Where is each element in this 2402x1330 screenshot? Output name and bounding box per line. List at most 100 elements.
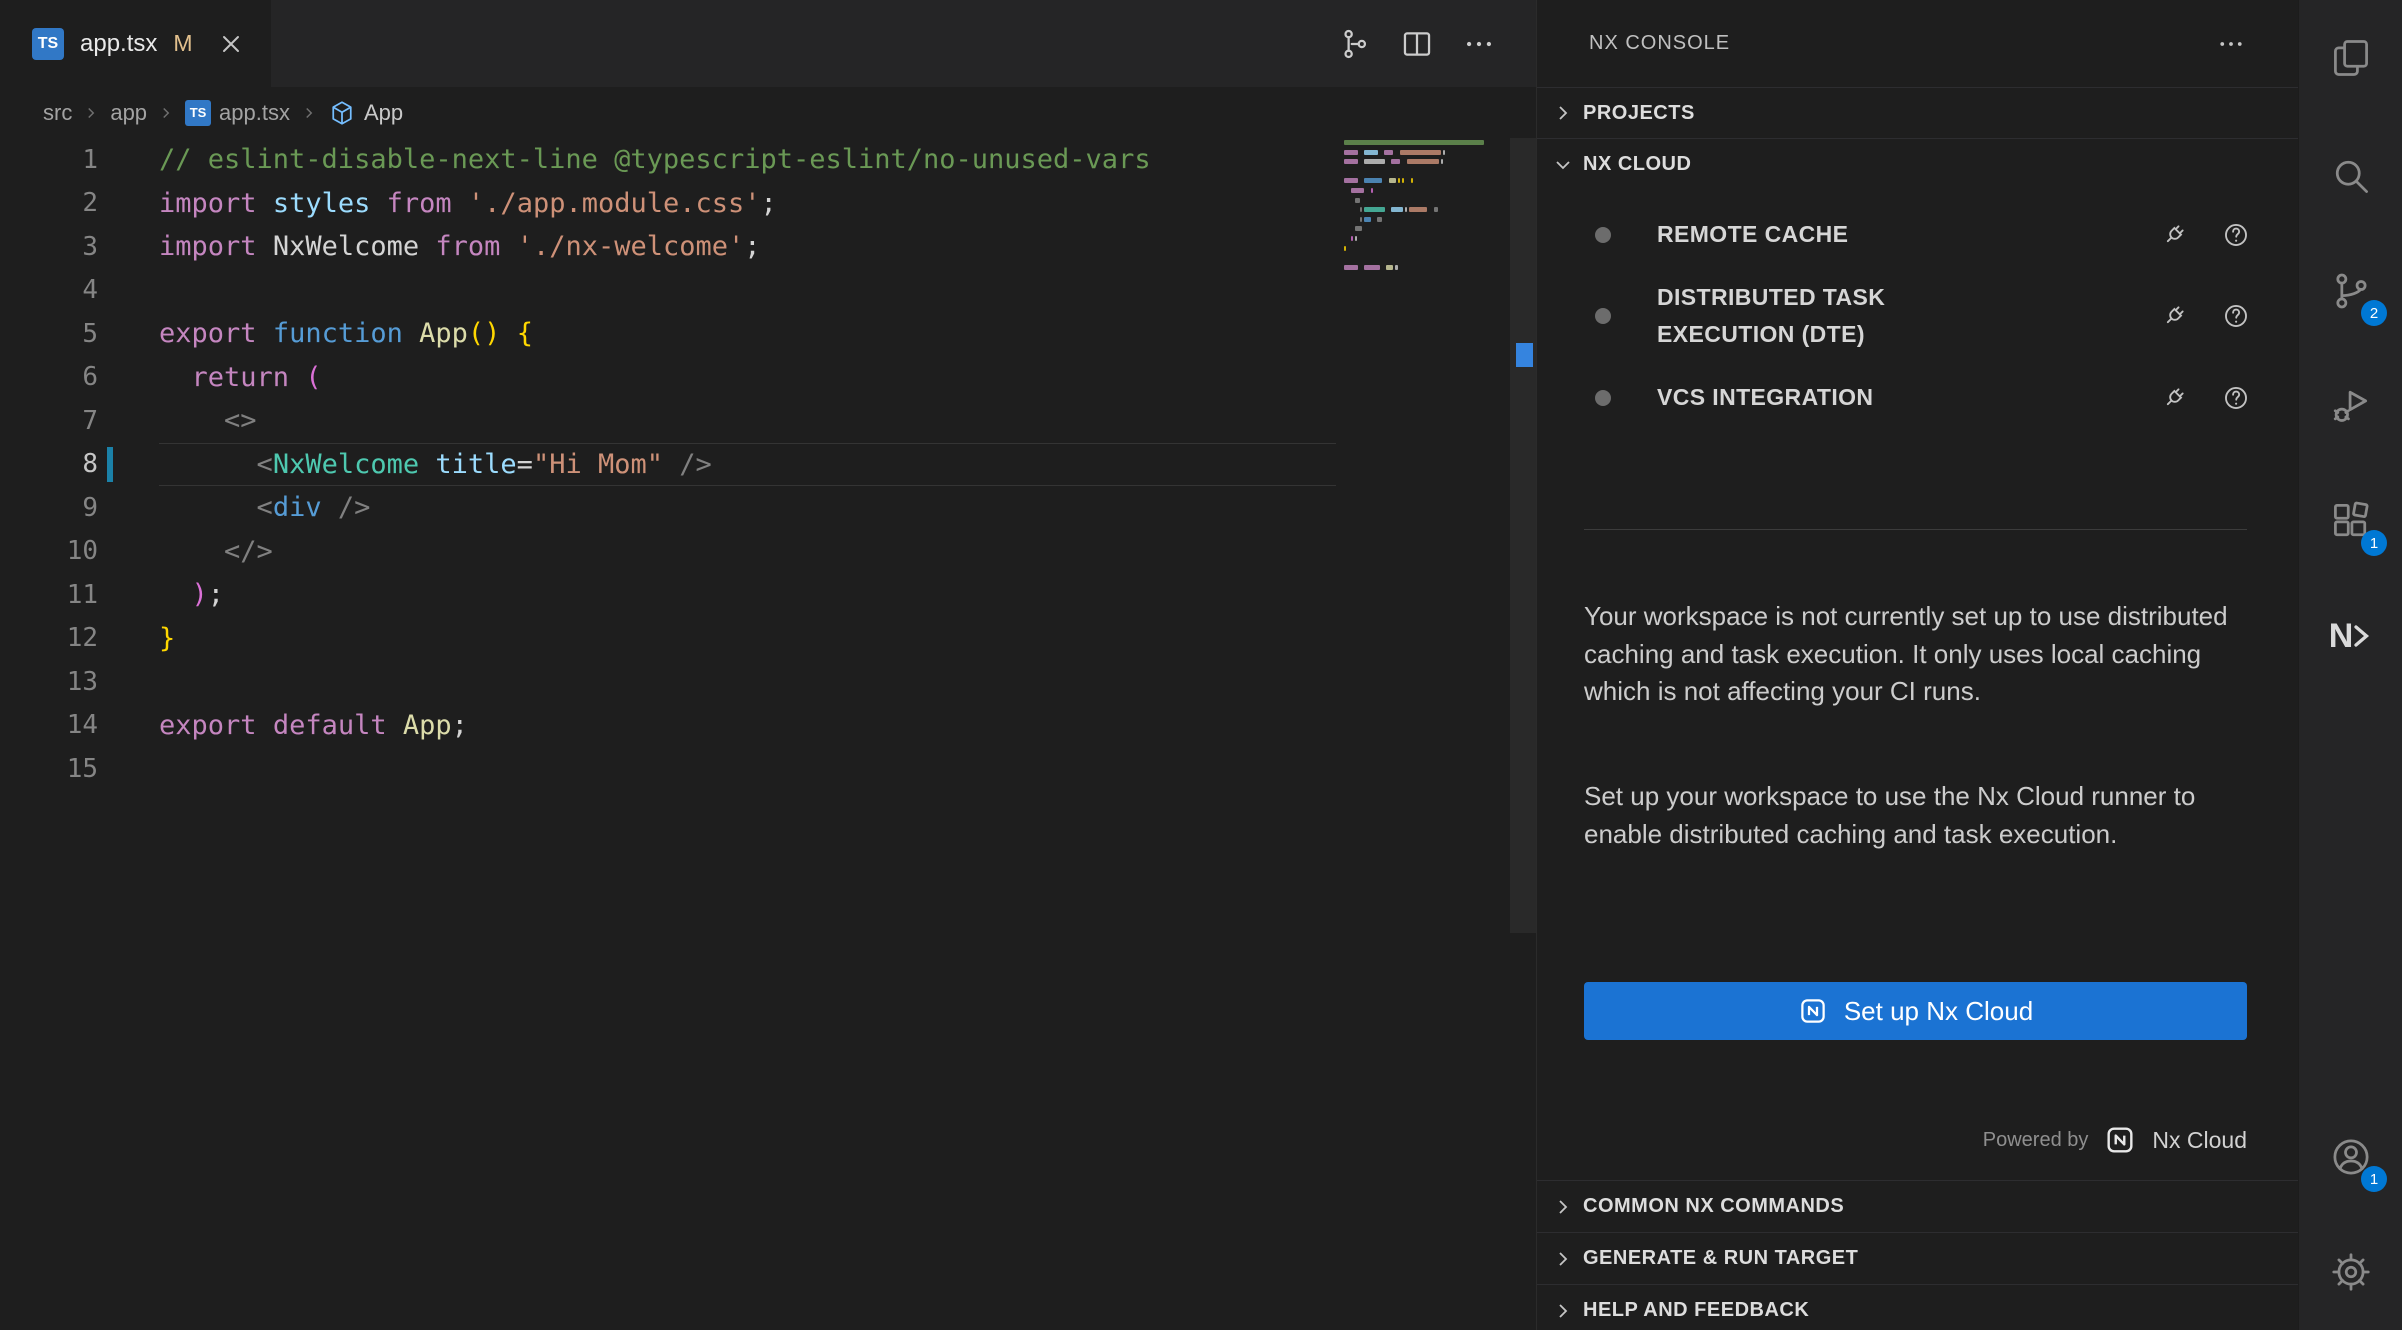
nx-item-remote-cache: REMOTE CACHE	[1595, 216, 2250, 253]
gutter-decoration	[98, 182, 159, 226]
breadcrumb: src app TS app.tsx App	[0, 87, 1536, 138]
line-number: 3	[0, 232, 98, 262]
status-dot-icon	[1595, 308, 1611, 324]
git-modified-badge: M	[173, 30, 192, 57]
breadcrumb-src[interactable]: src	[43, 100, 72, 126]
tab-app-tsx[interactable]: TS app.tsx M	[0, 0, 271, 87]
section-help-and-feedback[interactable]: HELP AND FEEDBACK	[1537, 1284, 2298, 1330]
search-icon[interactable]	[2299, 133, 2402, 219]
powered-by: Powered by Nx Cloud	[1983, 1118, 2247, 1162]
code-line-10[interactable]: 10 </>	[0, 530, 1536, 574]
section-label: PROJECTS	[1583, 102, 1695, 125]
code-line-1[interactable]: 1// eslint-disable-next-line @typescript…	[0, 138, 1536, 182]
nx-console-icon[interactable]: N	[2299, 593, 2402, 679]
vscode-window: TS app.tsx M	[0, 0, 2402, 1330]
line-number: 12	[0, 623, 98, 653]
divider	[1584, 529, 2247, 530]
section-generate-run-target[interactable]: GENERATE & RUN TARGET	[1537, 1232, 2298, 1284]
code-line-13[interactable]: 13	[0, 660, 1536, 704]
code-line-6[interactable]: 6 return (	[0, 356, 1536, 400]
code-text: );	[159, 573, 1336, 617]
nx-cloud-logo-icon	[2104, 1124, 2136, 1156]
extensions-badge: 1	[2361, 530, 2387, 556]
help-icon[interactable]	[2222, 221, 2250, 249]
section-nx-cloud[interactable]: NX CLOUD	[1537, 138, 2298, 190]
powered-by-label: Powered by	[1983, 1129, 2089, 1152]
split-editor-icon[interactable]	[1400, 27, 1434, 61]
gutter-decoration	[98, 312, 159, 356]
code-text: // eslint-disable-next-line @typescript-…	[159, 138, 1336, 182]
gutter-decoration	[98, 617, 159, 661]
line-number: 13	[0, 667, 98, 697]
line-number: 15	[0, 754, 98, 784]
extensions-icon[interactable]: 1	[2299, 478, 2402, 564]
source-control-badge: 2	[2361, 300, 2387, 326]
code-text	[159, 269, 1336, 313]
code-line-8[interactable]: 8 <NxWelcome title="Hi Mom" />	[0, 443, 1536, 487]
line-number: 9	[0, 493, 98, 523]
gutter-decoration	[98, 747, 159, 791]
gutter-decoration	[98, 486, 159, 530]
code-line-11[interactable]: 11 );	[0, 573, 1536, 617]
nx-item-label: VCS INTEGRATION	[1657, 379, 1873, 416]
line-number: 7	[0, 406, 98, 436]
panel-title: NX CONSOLE	[1589, 32, 1730, 55]
section-projects[interactable]: PROJECTS	[1537, 87, 2298, 138]
connect-icon[interactable]	[2160, 302, 2188, 330]
section-label: NX CLOUD	[1583, 153, 1691, 176]
code-text: import styles from './app.module.css';	[159, 182, 1336, 226]
settings-gear-icon[interactable]	[2299, 1229, 2402, 1315]
nx-console-panel: NX CONSOLE PROJECTS NX CLOUD REMOTE CACH…	[1536, 0, 2298, 1330]
workspace-status-text: Your workspace is not currently set up t…	[1584, 598, 2256, 711]
line-number: 5	[0, 319, 98, 349]
nx-item-vcs-integration: VCS INTEGRATION	[1595, 379, 2250, 416]
line-number: 11	[0, 580, 98, 610]
status-dot-icon	[1595, 390, 1611, 406]
breadcrumb-symbol-app[interactable]: App	[328, 99, 403, 127]
panel-more-actions-icon[interactable]	[2216, 29, 2246, 59]
overview-ruler-mark	[1516, 343, 1533, 367]
code-text: export default App;	[159, 704, 1336, 748]
help-icon[interactable]	[2222, 302, 2250, 330]
code-lines: 1// eslint-disable-next-line @typescript…	[0, 138, 1536, 791]
close-tab-icon[interactable]	[217, 30, 245, 58]
code-line-2[interactable]: 2import styles from './app.module.css';	[0, 182, 1536, 226]
help-icon[interactable]	[2222, 384, 2250, 412]
code-line-9[interactable]: 9 <div />	[0, 486, 1536, 530]
section-label: HELP AND FEEDBACK	[1583, 1299, 1809, 1322]
run-debug-icon[interactable]	[2299, 363, 2402, 449]
setup-nx-cloud-button[interactable]: Set up Nx Cloud	[1584, 982, 2247, 1040]
connect-icon[interactable]	[2160, 384, 2188, 412]
nx-item-label: DISTRIBUTED TASK EXECUTION (DTE)	[1657, 279, 1967, 353]
editor-actions	[1338, 0, 1536, 87]
code-line-3[interactable]: 3import NxWelcome from './nx-welcome';	[0, 225, 1536, 269]
explorer-icon[interactable]	[2299, 15, 2402, 101]
code-line-14[interactable]: 14 export default App;	[0, 704, 1536, 748]
open-changes-icon[interactable]	[1338, 27, 1372, 61]
gutter-decoration	[98, 138, 159, 182]
more-actions-icon[interactable]	[1462, 27, 1496, 61]
gutter-decoration	[98, 399, 159, 443]
code-line-5[interactable]: 5export function App() {	[0, 312, 1536, 356]
editor-scrollbar[interactable]	[1510, 138, 1536, 933]
code-line-7[interactable]: 7 <>	[0, 399, 1536, 443]
setup-hint-text: Set up your workspace to use the Nx Clou…	[1584, 778, 2256, 853]
section-common-nx-commands[interactable]: COMMON NX COMMANDS	[1537, 1180, 2298, 1232]
code-editor[interactable]: 1// eslint-disable-next-line @typescript…	[0, 138, 1536, 1330]
breadcrumb-file[interactable]: TS app.tsx	[185, 100, 290, 126]
connect-icon[interactable]	[2160, 221, 2188, 249]
code-line-12[interactable]: 12}	[0, 617, 1536, 661]
code-line-15[interactable]: 15	[0, 747, 1536, 791]
account-icon[interactable]: 1	[2299, 1114, 2402, 1200]
code-text	[159, 747, 1336, 791]
line-number: 14	[0, 710, 98, 740]
chevron-right-icon	[157, 104, 175, 122]
minimap[interactable]	[1344, 140, 1508, 284]
source-control-icon[interactable]: 2	[2299, 248, 2402, 334]
chevron-right-icon	[300, 104, 318, 122]
tab-label: app.tsx	[80, 30, 157, 58]
code-line-4[interactable]: 4	[0, 269, 1536, 313]
code-text: <>	[159, 399, 1336, 443]
setup-button-label: Set up Nx Cloud	[1844, 996, 2033, 1027]
breadcrumb-app[interactable]: app	[110, 100, 147, 126]
